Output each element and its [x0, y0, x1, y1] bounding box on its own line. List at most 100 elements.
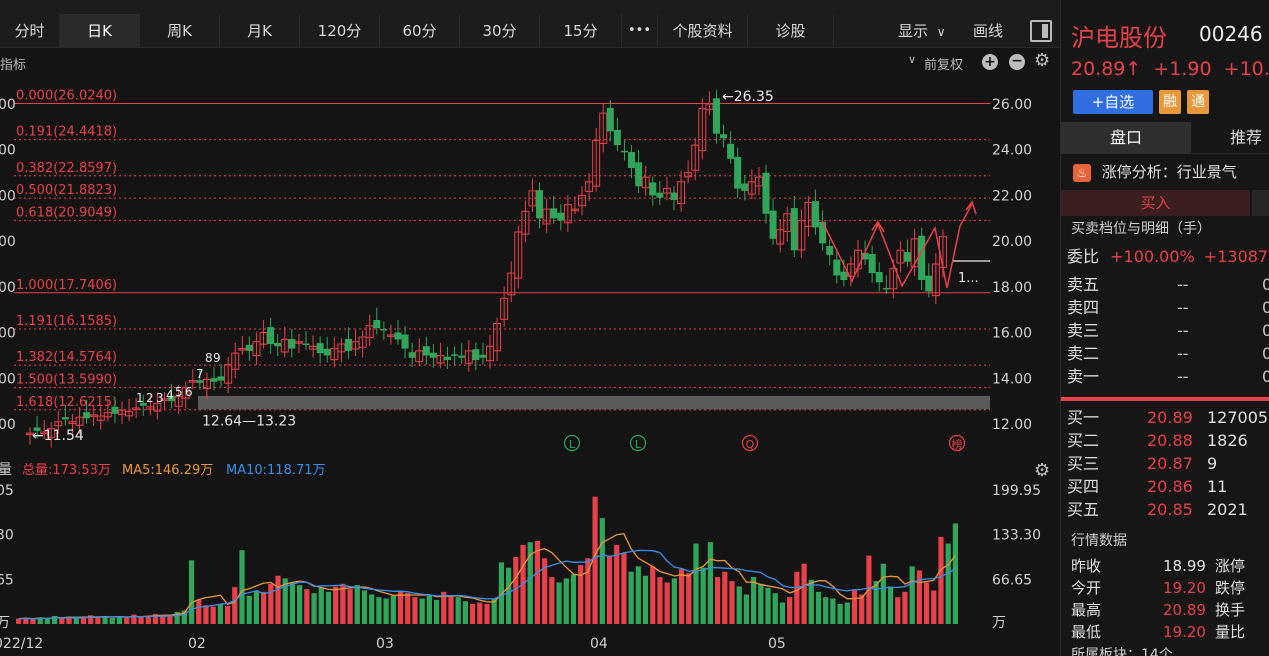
- volume-bar[interactable]: [815, 591, 822, 624]
- tab-weekly-k[interactable]: 周K: [140, 14, 220, 48]
- volume-bar[interactable]: [275, 575, 281, 624]
- bid-row[interactable]: 买二 20.88 1826: [1067, 429, 1269, 452]
- candle-body[interactable]: [904, 252, 912, 262]
- candle-body[interactable]: [316, 343, 324, 354]
- candle-body[interactable]: [267, 327, 275, 344]
- volume-bar[interactable]: [801, 563, 807, 624]
- volume-bar[interactable]: [426, 594, 432, 624]
- tab-intraday[interactable]: 分时: [0, 14, 60, 48]
- volume-bar[interactable]: [448, 595, 454, 624]
- volume-bar[interactable]: [361, 590, 368, 624]
- candle-body[interactable]: [741, 183, 749, 191]
- candle-body[interactable]: [451, 354, 459, 356]
- tab-15min[interactable]: 15分: [540, 14, 622, 48]
- volume-bar[interactable]: [614, 544, 620, 624]
- ask-row[interactable]: 卖三 -- 0: [1067, 319, 1269, 342]
- volume-bar[interactable]: [714, 577, 721, 624]
- volume-bar[interactable]: [549, 577, 555, 624]
- candle-body[interactable]: [620, 150, 628, 153]
- candle-body[interactable]: [606, 107, 614, 132]
- volume-bar[interactable]: [210, 606, 216, 624]
- volume-bar[interactable]: [354, 585, 360, 624]
- volume-bar[interactable]: [477, 602, 483, 624]
- candle-body[interactable]: [380, 329, 388, 331]
- tab-120min[interactable]: 120分: [300, 14, 380, 48]
- volume-bar[interactable]: [736, 586, 742, 624]
- volume-bar[interactable]: [844, 602, 850, 624]
- candle-body[interactable]: [458, 355, 466, 358]
- candle-body[interactable]: [245, 344, 253, 351]
- candle-body[interactable]: [536, 190, 544, 219]
- volume-bar[interactable]: [138, 616, 144, 624]
- candle-body[interactable]: [479, 354, 487, 358]
- volume-bar[interactable]: [729, 581, 735, 624]
- volume-bar[interactable]: [30, 619, 36, 624]
- volume-bar[interactable]: [318, 587, 324, 624]
- volume-bar[interactable]: [902, 591, 908, 624]
- volume-bar[interactable]: [693, 543, 699, 624]
- tab-daily-k[interactable]: 日K: [60, 14, 140, 48]
- ask-row[interactable]: 卖二 -- 0: [1067, 342, 1269, 365]
- volume-bar[interactable]: [722, 571, 728, 624]
- volume-bar[interactable]: [895, 597, 901, 624]
- volume-bar[interactable]: [751, 577, 757, 624]
- connect-tag[interactable]: 通: [1187, 90, 1209, 114]
- volume-bar[interactable]: [246, 595, 252, 624]
- candle-body[interactable]: [210, 378, 218, 382]
- volume-bar[interactable]: [787, 597, 793, 624]
- bid-row[interactable]: 买五 20.85 2021: [1067, 498, 1269, 521]
- volume-bar[interactable]: [664, 582, 670, 624]
- volume-bar[interactable]: [873, 581, 879, 624]
- candle-body[interactable]: [712, 98, 720, 134]
- candle-body[interactable]: [408, 352, 416, 358]
- volume-bar[interactable]: [289, 582, 296, 624]
- volume-bar[interactable]: [419, 598, 425, 624]
- volume-bar[interactable]: [916, 570, 922, 624]
- volume-bar[interactable]: [859, 594, 865, 624]
- candle-body[interactable]: [444, 356, 452, 360]
- candle-body[interactable]: [557, 212, 565, 221]
- volume-bar[interactable]: [765, 587, 771, 624]
- volume-bar[interactable]: [376, 597, 382, 624]
- candle-body[interactable]: [769, 210, 777, 239]
- candle-body[interactable]: [422, 346, 430, 356]
- volume-bar[interactable]: [931, 590, 937, 624]
- volume-bar[interactable]: [59, 617, 65, 624]
- panel-toggle-icon[interactable]: [1030, 20, 1052, 42]
- candle-body[interactable]: [628, 152, 636, 168]
- volume-bar[interactable]: [469, 603, 476, 624]
- volume-bar[interactable]: [224, 605, 231, 624]
- volume-bar[interactable]: [823, 597, 829, 624]
- volume-bar[interactable]: [758, 583, 764, 624]
- volume-bar[interactable]: [830, 598, 836, 624]
- candle-body[interactable]: [762, 172, 770, 214]
- volume-bar[interactable]: [686, 573, 692, 624]
- candle-body[interactable]: [302, 343, 310, 346]
- volume-bar[interactable]: [851, 590, 858, 624]
- volume-bar[interactable]: [304, 589, 310, 624]
- volume-bar[interactable]: [390, 595, 396, 624]
- volume-bar[interactable]: [433, 599, 440, 624]
- volume-bar[interactable]: [923, 582, 930, 624]
- volume-bar[interactable]: [297, 585, 303, 624]
- tab-recommend[interactable]: 推荐: [1191, 122, 1269, 154]
- candle-body[interactable]: [812, 201, 820, 228]
- volume-settings-gear-icon[interactable]: ⚙: [1034, 460, 1050, 481]
- candle-body[interactable]: [727, 143, 735, 159]
- volume-bar[interactable]: [203, 605, 209, 624]
- volume-bar[interactable]: [599, 518, 605, 624]
- volume-bar[interactable]: [405, 593, 411, 624]
- volume-bar[interactable]: [678, 569, 685, 624]
- volume-bar[interactable]: [333, 586, 339, 624]
- more-periods-button[interactable]: •••: [622, 14, 658, 48]
- volume-bar[interactable]: [794, 571, 800, 624]
- candle-body[interactable]: [925, 275, 933, 292]
- volume-bar[interactable]: [455, 597, 461, 624]
- bid-row[interactable]: 买四 20.86 11: [1067, 475, 1269, 498]
- limit-up-analysis-row[interactable]: ♨ 涨停分析：行业景气: [1061, 158, 1269, 186]
- volume-bar[interactable]: [347, 589, 353, 624]
- volume-bar[interactable]: [124, 617, 130, 624]
- bid-row[interactable]: 买三 20.87 9: [1067, 452, 1269, 475]
- candle-body[interactable]: [649, 182, 657, 196]
- volume-bar[interactable]: [95, 617, 101, 624]
